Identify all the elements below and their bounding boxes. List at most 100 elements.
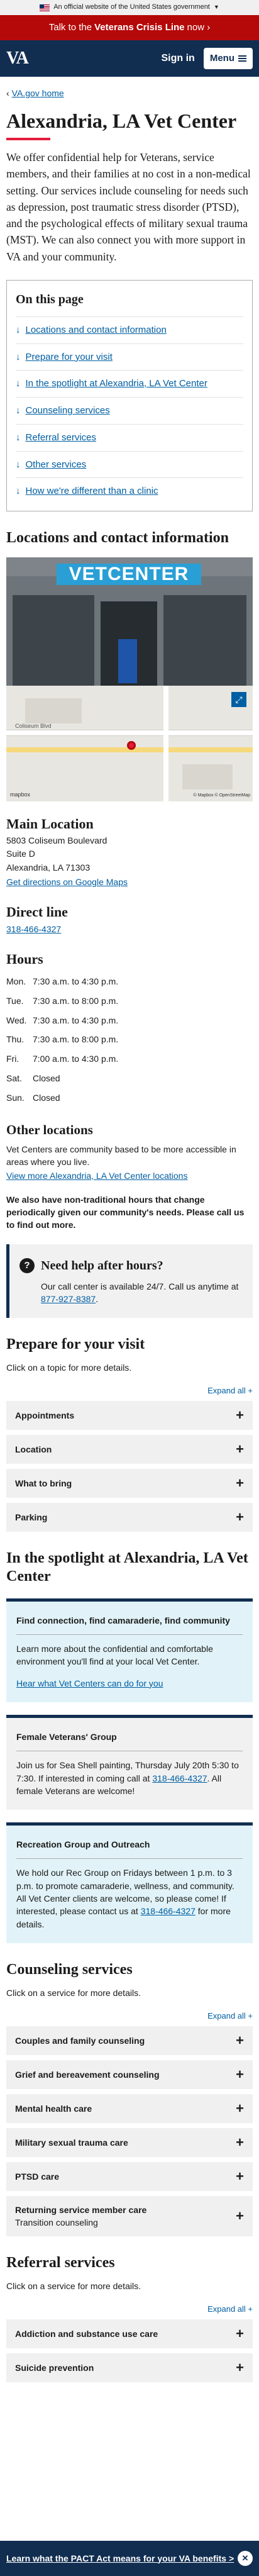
otp-link-counseling[interactable]: ↓ Counseling services xyxy=(16,397,243,424)
address-line: 5803 Coliseum Boulevard xyxy=(6,835,107,845)
accordion-returning-service-member[interactable]: Returning service member care Transition … xyxy=(6,2195,253,2236)
accordion-appointments[interactable]: Appointments + xyxy=(6,1401,253,1430)
hours-row: Thu. 7:30 a.m. to 8:00 p.m. xyxy=(6,1034,119,1045)
accordion-what-to-bring[interactable]: What to bring + xyxy=(6,1469,253,1498)
site-header: VA Sign in Menu xyxy=(0,40,259,77)
otp-link-label[interactable]: Referral services xyxy=(26,431,97,445)
accordion-label: Appointments xyxy=(15,1410,75,1421)
otp-link-label[interactable]: Prepare for your visit xyxy=(26,350,113,364)
accordion-label: Location xyxy=(15,1444,52,1455)
accordion-mental-health[interactable]: Mental health care + xyxy=(6,2094,253,2123)
plus-icon: + xyxy=(236,2168,244,2184)
nontraditional-hours-text: We also have non-traditional hours that … xyxy=(6,1194,245,1230)
arrow-down-icon: ↓ xyxy=(16,459,21,470)
on-this-page-title: On this page xyxy=(16,292,84,306)
plus-icon: + xyxy=(236,2100,244,2116)
accordion-ptsd-care[interactable]: PTSD care + xyxy=(6,2161,253,2191)
hours-row: Tue. 7:30 a.m. to 8:00 p.m. xyxy=(6,995,119,1006)
otp-link-label[interactable]: How we're different than a clinic xyxy=(26,484,158,498)
accordion-label: Returning service member care Transition … xyxy=(15,2204,146,2229)
arrow-down-icon: ↓ xyxy=(16,351,21,362)
address: 5803 Coliseum Boulevard Suite D Alexandr… xyxy=(6,834,253,875)
menu-button[interactable]: Menu xyxy=(203,48,253,69)
locations-heading: Locations and contact information xyxy=(6,530,229,547)
counseling-hint: Click on a service for more details. xyxy=(6,1987,141,1998)
otp-link-different[interactable]: ↓ How we're different than a clinic xyxy=(16,477,243,505)
sign-in-button[interactable]: Sign in xyxy=(162,51,195,65)
crisis-line-banner[interactable]: Talk to the Veterans Crisis Line now › xyxy=(0,15,259,40)
directions-link[interactable]: Get directions on Google Maps xyxy=(6,877,128,887)
arrow-down-icon: ↓ xyxy=(16,378,21,389)
otp-link-label[interactable]: In the spotlight at Alexandria, LA Vet C… xyxy=(26,377,207,391)
page-intro: We offer confidential help for Veterans,… xyxy=(6,151,251,263)
plus-icon: + xyxy=(236,1407,244,1424)
otp-link-referral[interactable]: ↓ Referral services xyxy=(16,423,243,451)
spotlight-card-text: We hold our Rec Group on Fridays between… xyxy=(16,1868,234,1929)
after-hours-phone[interactable]: 877-927-8387 xyxy=(41,1294,96,1304)
otp-link-prepare[interactable]: ↓ Prepare for your visit xyxy=(16,343,243,371)
accordion-mst-care[interactable]: Military sexual trauma care + xyxy=(6,2127,253,2157)
other-locations-text: Vet Centers are community based to be mo… xyxy=(6,1144,236,1168)
spotlight-heading: In the spotlight at Alexandria, LA Vet C… xyxy=(6,1550,248,1585)
address-line: Alexandria, LA 71303 xyxy=(6,862,91,873)
accordion-couples-counseling[interactable]: Couples and family counseling + xyxy=(6,2026,253,2055)
referral-expand-all[interactable]: Expand all + xyxy=(6,2304,253,2316)
pact-act-banner[interactable]: Learn what the PACT Act means for your V… xyxy=(0,2541,259,2576)
accordion-suicide-prevention[interactable]: Suicide prevention + xyxy=(6,2353,253,2382)
arrow-down-icon: ↓ xyxy=(16,486,21,497)
hamburger-icon xyxy=(238,55,246,62)
accordion-label: Suicide prevention xyxy=(15,2362,94,2373)
accordion-parking[interactable]: Parking + xyxy=(6,1503,253,1532)
mapbox-logo: mapbox xyxy=(10,791,31,798)
otp-link-spotlight[interactable]: ↓ In the spotlight at Alexandria, LA Vet … xyxy=(16,370,243,397)
accordion-label: Couples and family counseling xyxy=(15,2035,145,2046)
address-line: Suite D xyxy=(6,849,35,859)
otp-link-label[interactable]: Locations and contact information xyxy=(26,323,167,337)
referral-hint: Click on a service for more details. xyxy=(6,2280,141,2291)
breadcrumb: ‹ VA.gov home xyxy=(0,77,259,104)
location-map[interactable]: Coliseum Blvd ⤢ mapbox © Mapbox © OpenSt… xyxy=(6,685,253,801)
map-copyright[interactable]: © Mapbox © OpenStreetMap xyxy=(194,793,250,799)
other-locations-link[interactable]: View more Alexandria, LA Vet Center loca… xyxy=(6,1171,187,1181)
otp-link-other[interactable]: ↓ Other services xyxy=(16,450,243,478)
otp-link-label[interactable]: Counseling services xyxy=(26,404,110,418)
prepare-heading: Prepare for your visit xyxy=(6,1336,145,1353)
map-pin-icon xyxy=(127,740,136,750)
crisis-line-name: Veterans Crisis Line xyxy=(94,22,185,33)
spotlight-card-link[interactable]: Hear what Vet Centers can do for you xyxy=(16,1677,243,1690)
plus-icon: + xyxy=(236,2207,244,2224)
after-hours-box: ? Need help after hours? Our call center… xyxy=(6,1244,253,1319)
close-icon[interactable]: ✕ xyxy=(238,2551,253,2566)
counseling-heading: Counseling services xyxy=(6,1961,133,1978)
plus-icon: + xyxy=(236,1475,244,1492)
hours-row: Sat. Closed xyxy=(6,1073,60,1083)
accordion-label: Military sexual trauma care xyxy=(15,2137,128,2148)
counseling-expand-all[interactable]: Expand all + xyxy=(6,2010,253,2022)
direct-line-phone[interactable]: 318-466-4327 xyxy=(6,924,61,934)
prepare-expand-all[interactable]: Expand all + xyxy=(6,1385,253,1397)
map-road-label: Coliseum Blvd xyxy=(15,722,52,729)
pact-act-link[interactable]: Learn what the PACT Act means for your V… xyxy=(6,2553,234,2565)
otp-link-locations[interactable]: ↓ Locations and contact information xyxy=(16,316,243,343)
arrow-right-icon: › xyxy=(204,22,211,33)
plus-icon: + xyxy=(236,2134,244,2150)
hours-row: Wed. 7:30 a.m. to 4:30 p.m. xyxy=(6,1015,119,1025)
spotlight-phone-link[interactable]: 318-466-4327 xyxy=(141,1906,196,1916)
prepare-hint: Click on a topic for more details. xyxy=(6,1363,132,1373)
spotlight-card: Female Veterans' Group Join us for Sea S… xyxy=(6,1715,253,1810)
va-logo[interactable]: VA xyxy=(6,46,29,72)
accordion-grief-counseling[interactable]: Grief and bereavement counseling + xyxy=(6,2060,253,2089)
accordion-location[interactable]: Location + xyxy=(6,1435,253,1464)
spotlight-phone-link[interactable]: 318-466-4327 xyxy=(152,1773,207,1783)
vet-center-sign: VETCENTER xyxy=(57,563,201,585)
expand-map-icon[interactable]: ⤢ xyxy=(231,691,246,707)
otp-link-label[interactable]: Other services xyxy=(26,458,87,472)
hours-list: Mon. 7:30 a.m. to 4:30 p.m. Tue. 7:30 a.m.… xyxy=(6,972,253,1108)
gov-banner[interactable]: An official website of the United States… xyxy=(0,0,259,15)
after-hours-title: Need help after hours? xyxy=(41,1258,163,1273)
us-flag-icon xyxy=(40,4,50,11)
chevron-left-icon: ‹ xyxy=(6,88,9,98)
breadcrumb-home-link[interactable]: VA.gov home xyxy=(12,87,64,99)
accordion-addiction-care[interactable]: Addiction and substance use care + xyxy=(6,2319,253,2348)
spotlight-card-text: Join us for Sea Shell painting, Thursday… xyxy=(16,1760,239,1796)
